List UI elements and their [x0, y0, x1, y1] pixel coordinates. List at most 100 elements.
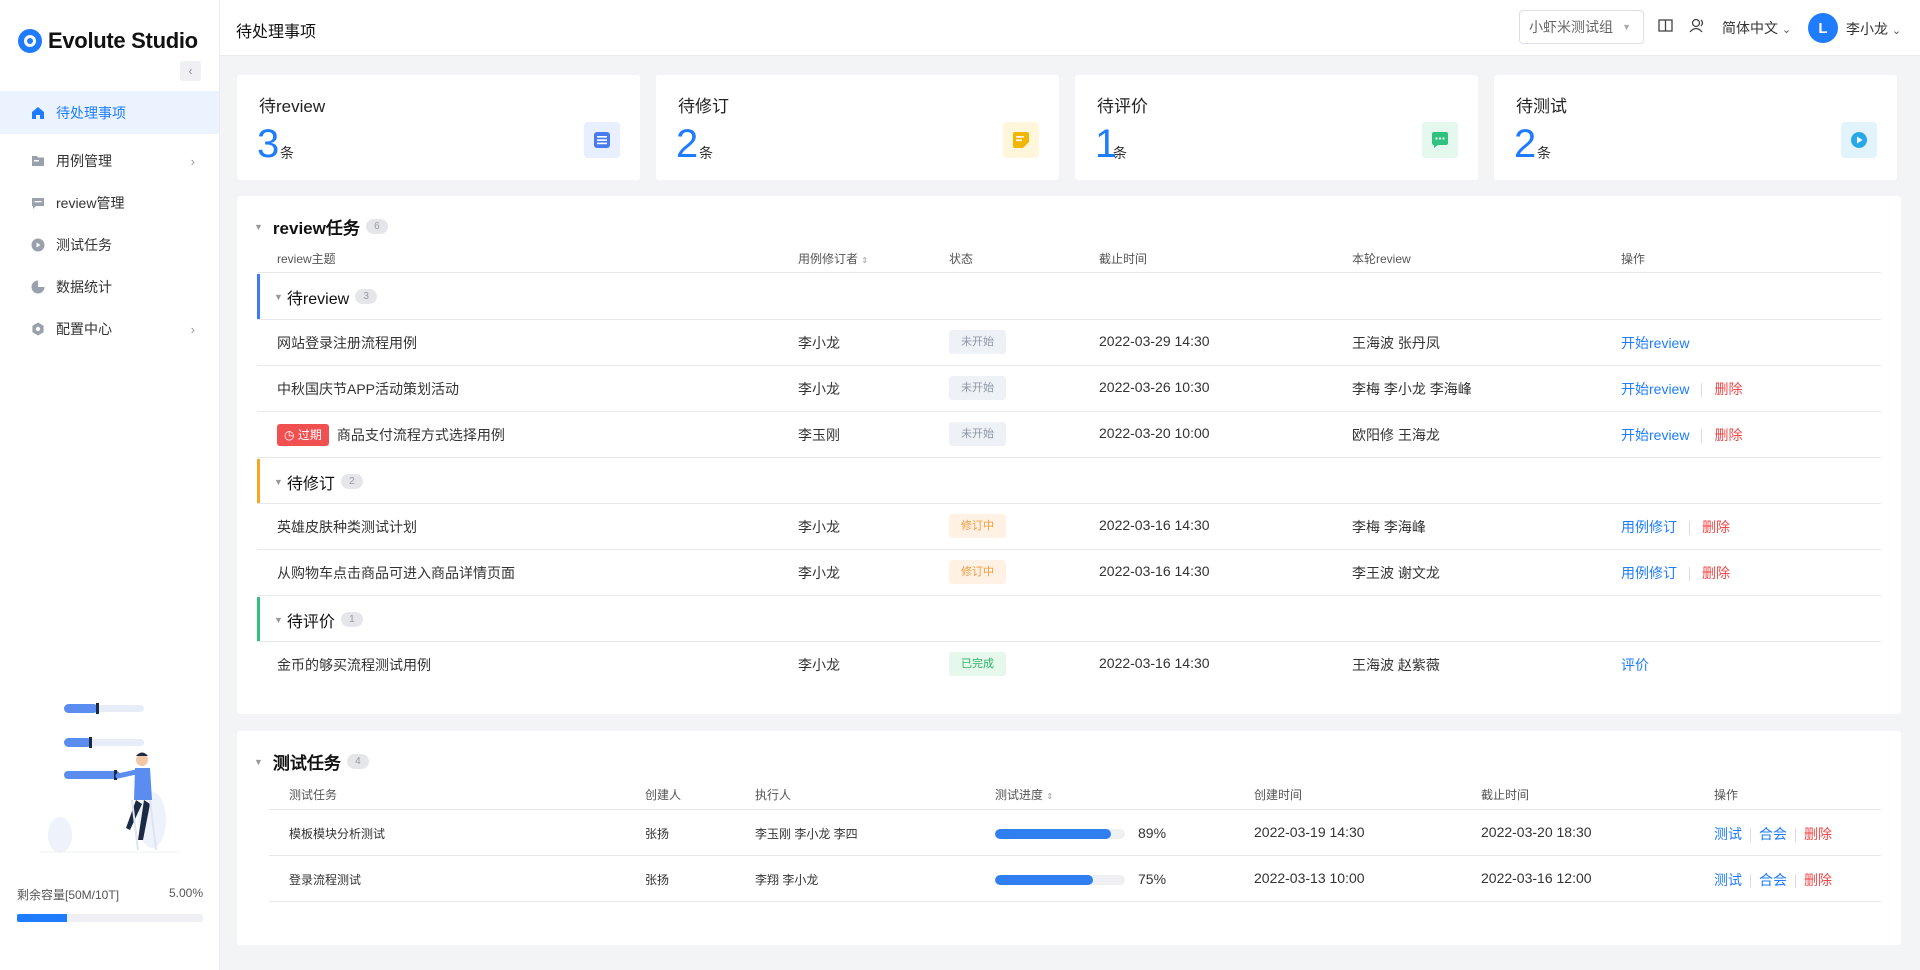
delete-button[interactable]: 删除: [1714, 427, 1742, 443]
evaluate-button[interactable]: 评价: [1621, 655, 1649, 675]
col-header-deadline: 截止时间: [1481, 788, 1530, 802]
users-icon[interactable]: [1689, 18, 1706, 37]
separator: [1689, 567, 1690, 582]
section-count: 4: [346, 754, 369, 769]
col-header-owner-label: 用例修订者: [798, 252, 859, 266]
group-count: 1: [340, 612, 363, 627]
group-row-pending-revision[interactable]: ▼ 待修订 2: [257, 459, 1881, 504]
separator: [1795, 828, 1796, 843]
pie-chart-icon: [30, 279, 46, 295]
team-select-value: 小虾米测试组: [1529, 19, 1613, 35]
review-topic[interactable]: 从购物车点击商品可进入商品详情页面: [277, 563, 515, 583]
delete-button[interactable]: 删除: [1804, 826, 1832, 842]
merge-button[interactable]: 合会: [1759, 826, 1787, 842]
delete-button[interactable]: 删除: [1702, 519, 1730, 535]
sidebar-item-stats[interactable]: 数据统计: [0, 266, 219, 308]
folder-icon: [30, 153, 46, 169]
revise-case-button[interactable]: 用例修订: [1621, 519, 1677, 535]
divider: [257, 457, 1881, 458]
task-executors: 李翔 李小龙: [755, 873, 819, 887]
col-header-reviewers: 本轮review: [1352, 252, 1411, 266]
group-title: 待评价: [286, 613, 335, 631]
group-title: 待修订: [286, 475, 335, 493]
collapse-sidebar-button[interactable]: ‹: [180, 61, 201, 81]
sidebar: Evolute Studio ‹ 待处理事项 用例管理 › review管理 测…: [0, 0, 220, 970]
stat-card-pending-review[interactable]: 待review 3 条: [237, 75, 640, 180]
caret-down-icon: ▼: [1622, 22, 1631, 32]
sidebar-item-pending[interactable]: 待处理事项: [0, 91, 219, 134]
chat-icon: [1422, 122, 1458, 158]
settings-icon: [30, 321, 46, 337]
group-row-pending-evaluation[interactable]: ▼ 待评价 1: [257, 597, 1881, 642]
review-topic[interactable]: 金币的够买流程测试用例: [277, 655, 431, 675]
review-owner: 李小龙: [798, 565, 840, 581]
section-count: 6: [365, 219, 388, 234]
test-button[interactable]: 测试: [1714, 826, 1742, 842]
review-topic[interactable]: 中秋国庆节APP活动策划活动: [277, 379, 459, 399]
divider: [257, 549, 1881, 550]
tasks-section-header[interactable]: ▼ 测试任务 4: [254, 749, 369, 774]
col-header-progress[interactable]: 测试进度 ⇕: [995, 786, 1053, 803]
review-owner: 李小龙: [798, 335, 840, 351]
start-review-button[interactable]: 开始review: [1621, 333, 1689, 353]
sort-icon: ⇕: [1046, 792, 1054, 801]
user-menu[interactable]: 李小龙 ⌄: [1846, 19, 1901, 39]
task-name[interactable]: 登录流程测试: [289, 871, 361, 888]
group-color-bar: [257, 274, 260, 319]
divider: [257, 411, 1881, 412]
divider: [257, 503, 1881, 504]
divider: [269, 855, 1881, 856]
stat-value: 2: [1514, 122, 1537, 166]
row-actions: 用例修订 删除: [1621, 517, 1730, 537]
review-owner: 李小龙: [798, 519, 840, 535]
merge-button[interactable]: 合会: [1759, 872, 1787, 888]
book-icon[interactable]: [1658, 18, 1673, 37]
review-topic[interactable]: 英雄皮肤种类测试计划: [277, 517, 417, 537]
revise-case-button[interactable]: 用例修订: [1621, 565, 1677, 581]
stat-card-pending-revision[interactable]: 待修订 2 条: [656, 75, 1059, 180]
avatar[interactable]: L: [1808, 13, 1838, 43]
review-section-header[interactable]: ▼ review任务 6: [254, 214, 388, 239]
sidebar-item-config[interactable]: 配置中心 ›: [0, 308, 219, 350]
stat-label: 待评价: [1097, 97, 1148, 116]
review-deadline: 2022-03-16 14:30: [1099, 655, 1210, 671]
status-badge: 未开始: [949, 422, 1006, 446]
group-row-pending-review[interactable]: ▼ 待review 3: [257, 274, 1881, 319]
stat-card-pending-evaluation[interactable]: 待评价 1 条: [1075, 75, 1478, 180]
sidebar-item-review[interactable]: review管理: [0, 182, 219, 224]
status-badge: 未开始: [949, 330, 1006, 354]
test-button[interactable]: 测试: [1714, 872, 1742, 888]
delete-button[interactable]: 删除: [1804, 872, 1832, 888]
chevron-down-icon: ⌄: [1891, 25, 1902, 37]
group-count: 2: [340, 474, 363, 489]
start-review-button[interactable]: 开始review: [1621, 427, 1689, 443]
language-select[interactable]: 简体中文 ⌄: [1722, 18, 1791, 38]
overdue-badge: ◷ 过期: [277, 424, 329, 446]
stat-unit: 条: [699, 145, 713, 161]
home-icon: [30, 105, 46, 121]
delete-button[interactable]: 删除: [1714, 381, 1742, 397]
review-owner: 李小龙: [798, 381, 840, 397]
app-logo[interactable]: Evolute Studio: [18, 28, 198, 54]
divider: [257, 365, 1881, 366]
status-badge: 未开始: [949, 376, 1006, 400]
delete-button[interactable]: 删除: [1702, 565, 1730, 581]
col-header-owner[interactable]: 用例修订者 ⇕: [798, 250, 868, 267]
review-topic[interactable]: 网站登录注册流程用例: [277, 333, 417, 353]
play-circle-icon: [30, 237, 46, 253]
team-select[interactable]: 小虾米测试组 ▼: [1519, 10, 1644, 44]
task-progress-fill: [995, 875, 1093, 885]
review-deadline: 2022-03-29 14:30: [1099, 333, 1210, 349]
person-illustration: [40, 703, 180, 853]
review-topic-cell[interactable]: ◷ 过期 商品支付流程方式选择用例: [277, 424, 505, 446]
col-header-actions: 操作: [1621, 252, 1646, 266]
play-icon: [1841, 122, 1877, 158]
stat-card-pending-test[interactable]: 待测试 2 条: [1494, 75, 1897, 180]
sidebar-item-label: 用例管理: [56, 153, 112, 169]
task-name[interactable]: 模板模块分析测试: [289, 825, 385, 842]
sidebar-item-tasks[interactable]: 测试任务: [0, 224, 219, 266]
chevron-right-icon: ›: [190, 321, 195, 337]
overdue-label: 过期: [297, 428, 322, 442]
start-review-button[interactable]: 开始review: [1621, 381, 1689, 397]
sidebar-item-cases[interactable]: 用例管理 ›: [0, 140, 219, 182]
